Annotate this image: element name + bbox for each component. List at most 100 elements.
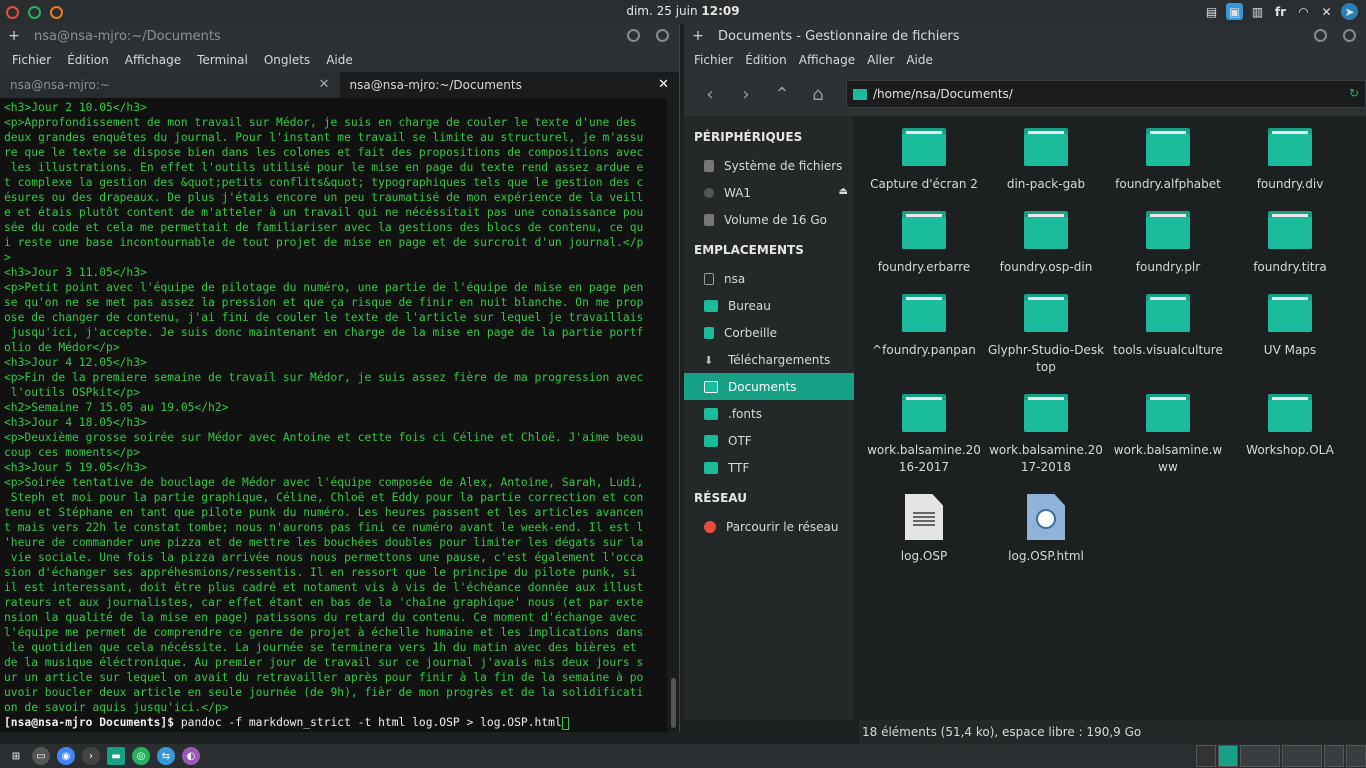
file-item[interactable]: foundry.osp-din <box>987 211 1105 276</box>
file-item[interactable]: work.balsamine.2017-2018 <box>987 394 1105 476</box>
terminal-line: 'heure de commander une pizza et de mett… <box>4 536 644 549</box>
chrome-icon[interactable]: ◉ <box>57 747 75 765</box>
menu-affichage[interactable]: Affichage <box>799 53 855 67</box>
app-icon[interactable]: ◎ <box>132 747 150 765</box>
file-item[interactable]: foundry.alfphabet <box>1109 128 1227 193</box>
menu-fichier[interactable]: Fichier <box>12 53 51 67</box>
file-item[interactable]: foundry.plr <box>1109 211 1227 276</box>
folder-icon <box>853 88 867 100</box>
home-icon[interactable]: ⌂ <box>800 84 836 105</box>
menu-edition[interactable]: Édition <box>745 53 787 67</box>
eject-icon[interactable]: ⏏ <box>839 186 848 197</box>
book-icon[interactable]: ▤ <box>1203 3 1220 20</box>
bottom-panel: ⊞ ▭ ◉ › ▬ ◎ ⇆ ◐ <box>0 744 1366 768</box>
terminal-titlebar[interactable]: + nsa@nsa-mjro:~/Documents <box>0 24 679 48</box>
sidebar-item-filesystem[interactable]: Système de fichiers <box>684 152 854 179</box>
back-icon[interactable]: ‹ <box>692 84 728 105</box>
file-item[interactable]: Capture d'écran 2 <box>865 128 983 193</box>
share-icon[interactable]: ⇆ <box>157 747 175 765</box>
clock-date: dim. 25 juin <box>626 4 698 18</box>
task-app[interactable] <box>1240 745 1280 767</box>
file-item[interactable]: log.OSP.html <box>987 494 1105 565</box>
file-item[interactable]: foundry.titra <box>1231 211 1349 276</box>
terminal-menubar: Fichier Édition Affichage Terminal Ongle… <box>0 48 679 72</box>
file-item[interactable]: work.balsamine.2016-2017 <box>865 394 983 476</box>
sidebar-item-documents[interactable]: Documents <box>684 373 854 400</box>
close-icon[interactable] <box>6 5 19 19</box>
terminal-line: <p>Fin de la premiere semaine de travail… <box>4 371 644 384</box>
pin-icon[interactable]: + <box>684 28 712 44</box>
sidebar-item-fonts[interactable]: .fonts <box>684 400 854 427</box>
sidebar-item-network[interactable]: Parcourir le réseau <box>684 513 854 540</box>
menu-fichier[interactable]: Fichier <box>694 53 733 67</box>
sidebar-item-bureau[interactable]: Bureau <box>684 292 854 319</box>
file-item[interactable]: ^foundry.panpan <box>865 294 983 359</box>
telegram-icon[interactable]: ➤ <box>1341 3 1358 20</box>
maximize-button[interactable] <box>656 29 669 42</box>
keyboard-layout[interactable]: fr <box>1272 3 1289 20</box>
app-icon[interactable]: ▣ <box>1226 3 1243 20</box>
task-chrome[interactable] <box>1282 745 1322 767</box>
terminal-line: ur un article sur lequel on avait du ret… <box>4 671 644 684</box>
volume-muted-icon[interactable]: ✕ <box>1318 3 1335 20</box>
menu-terminal[interactable]: Terminal <box>197 53 248 67</box>
menu-edition[interactable]: Édition <box>67 53 109 67</box>
terminal-output[interactable]: <h3>Jour 2 10.05</h3> <p>Approfondissemen… <box>0 98 668 732</box>
close-tab-icon[interactable]: ✕ <box>658 77 669 92</box>
file-item[interactable]: Workshop.OLA <box>1231 394 1349 459</box>
file-item[interactable]: din-pack-gab <box>987 128 1105 193</box>
menu-icon[interactable]: ⊞ <box>7 747 25 765</box>
file-item[interactable]: foundry.erbarre <box>865 211 983 276</box>
task-app[interactable] <box>1324 745 1344 767</box>
sidebar-item-otf[interactable]: OTF <box>684 427 854 454</box>
system-tray: ▤ ▣ ▥ fr ◠ ✕ ➤ <box>1203 3 1358 20</box>
location-input[interactable] <box>873 87 1313 101</box>
sidebar-item-wa1[interactable]: WA1 ⏏ <box>684 179 854 206</box>
file-item[interactable]: work.balsamine.www <box>1109 394 1227 476</box>
app-icon[interactable]: ◐ <box>182 747 200 765</box>
minimize-button[interactable] <box>627 29 640 42</box>
terminal-scrollbar[interactable] <box>667 98 679 732</box>
sidebar-item-ttf[interactable]: TTF <box>684 454 854 481</box>
pin-icon[interactable]: + <box>0 28 28 44</box>
sidebar-item-volume[interactable]: Volume de 16 Go <box>684 206 854 233</box>
scrollbar-thumb[interactable] <box>671 678 676 728</box>
folder-icon <box>1024 128 1068 166</box>
folder-icon[interactable]: ▬ <box>107 747 125 765</box>
fm-titlebar[interactable]: + Documents - Gestionnaire de fichiers <box>684 24 1366 48</box>
refresh-icon[interactable] <box>28 5 41 19</box>
terminal-line: <h3>Jour 2 10.05</h3> <box>4 101 147 114</box>
tab-home[interactable]: nsa@nsa-mjro:~ ✕ <box>0 72 340 98</box>
menu-aide[interactable]: Aide <box>906 53 933 67</box>
location-bar: ↻ <box>846 80 1366 108</box>
file-item[interactable]: foundry.div <box>1231 128 1349 193</box>
menu-onglets[interactable]: Onglets <box>264 53 310 67</box>
up-icon[interactable]: ⌃ <box>764 84 800 105</box>
wifi-icon[interactable]: ◠ <box>1295 3 1312 20</box>
sidebar-item-telechargements[interactable]: ⬇ Téléchargements <box>684 346 854 373</box>
clipboard-icon[interactable]: ▥ <box>1249 3 1266 20</box>
menu-affichage[interactable]: Affichage <box>125 53 181 67</box>
task-terminal[interactable] <box>1196 745 1216 767</box>
task-filemanager[interactable] <box>1218 745 1238 767</box>
file-item[interactable]: log.OSP <box>865 494 983 565</box>
sidebar-item-nsa[interactable]: nsa <box>684 265 854 292</box>
file-item[interactable]: tools.visualculture <box>1109 294 1227 359</box>
menu-aller[interactable]: Aller <box>867 53 894 67</box>
task-desktop[interactable] <box>1346 745 1366 767</box>
files-icon[interactable]: ▭ <box>32 747 50 765</box>
sidebar-item-label: .fonts <box>728 406 762 421</box>
close-tab-icon[interactable]: ✕ <box>319 77 330 92</box>
forward-icon[interactable]: › <box>728 84 764 105</box>
tab-documents[interactable]: nsa@nsa-mjro:~/Documents ✕ <box>339 72 679 98</box>
reload-icon[interactable]: ↻ <box>1349 86 1359 100</box>
file-item[interactable]: Glyphr-Studio-Desktop <box>987 294 1105 376</box>
minimize-button[interactable] <box>1314 29 1327 42</box>
clock[interactable]: dim. 25 juin 12:09 <box>0 4 1366 18</box>
menu-aide[interactable]: Aide <box>326 53 353 67</box>
sidebar-item-corbeille[interactable]: Corbeille <box>684 319 854 346</box>
terminal-icon[interactable]: › <box>82 747 100 765</box>
maximize-button[interactable] <box>1343 29 1356 42</box>
minimize-icon[interactable] <box>50 5 63 19</box>
file-item[interactable]: UV Maps <box>1231 294 1349 359</box>
